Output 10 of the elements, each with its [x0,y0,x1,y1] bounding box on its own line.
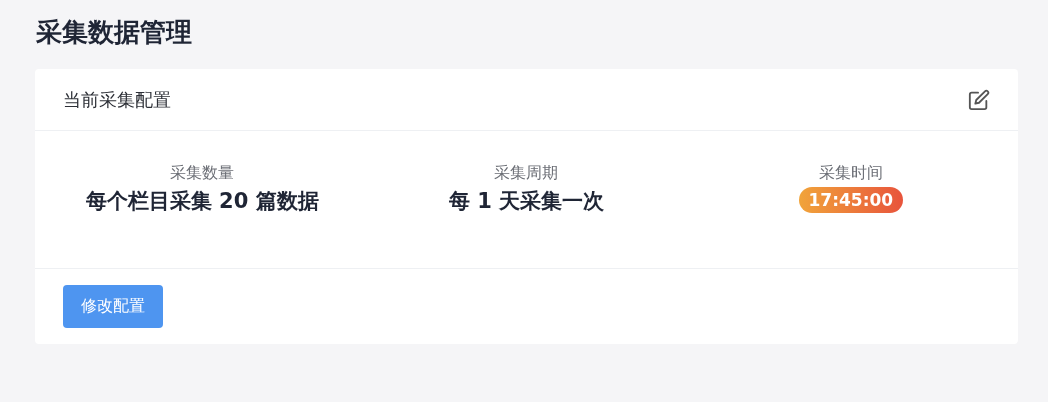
stat-label: 采集时间 [818,162,883,184]
stat-value: 每 1 天采集一次 [448,188,605,215]
stat-label: 采集周期 [494,162,559,184]
stat-value: 每个栏目采集 20 篇数据 [85,188,319,215]
edit-config-button[interactable]: 修改配置 [63,285,163,328]
edit-icon[interactable] [968,88,990,111]
page-title: 采集数据管理 [36,16,193,49]
card-title: 当前采集配置 [63,87,171,112]
stat-label: 采集数量 [170,162,235,184]
time-badge: 17:45:00 [798,187,904,213]
